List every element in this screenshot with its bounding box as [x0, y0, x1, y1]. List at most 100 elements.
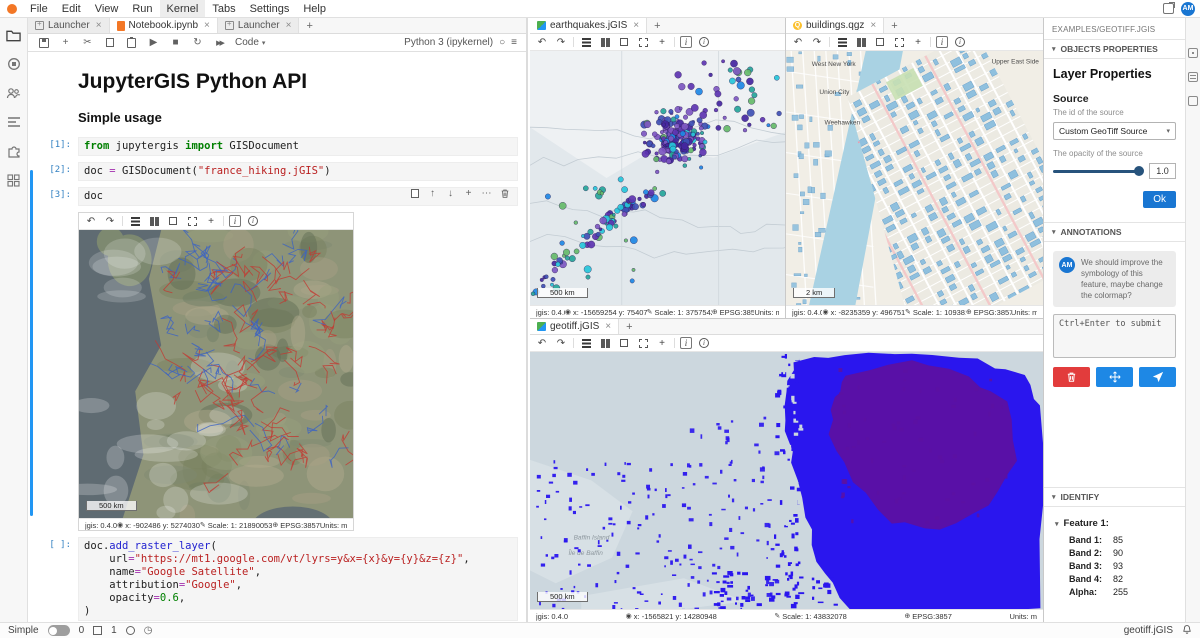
kernel-sessions-icon[interactable]: [126, 626, 135, 635]
property-inspector-icon[interactable]: [1188, 48, 1198, 58]
identify-icon[interactable]: i: [680, 36, 692, 48]
toolbar-menu-icon[interactable]: ≡: [511, 37, 517, 48]
extension-manager-icon[interactable]: [6, 143, 22, 159]
history-icon[interactable]: ◷: [144, 625, 153, 636]
zoom-extent-icon[interactable]: [636, 35, 650, 49]
tab-close-icon[interactable]: ×: [870, 21, 876, 31]
code-cell-1[interactable]: [1]: from jupytergis import GISDocument: [28, 137, 526, 156]
layers-icon[interactable]: [128, 214, 142, 228]
tab-launcher-2[interactable]: Launcher ×: [218, 18, 300, 33]
share-icon[interactable]: [1163, 3, 1174, 14]
new-tab-button[interactable]: +: [884, 18, 904, 33]
source-select[interactable]: Custom GeoTiff Source ▾: [1053, 122, 1176, 140]
cell-editor[interactable]: from jupytergis import GISDocument: [78, 137, 518, 156]
kernel-name[interactable]: Python 3 (ipykernel): [404, 37, 493, 48]
add-layer-icon[interactable]: +: [655, 35, 669, 49]
submit-annotation-button[interactable]: [1139, 367, 1176, 387]
tab-close-icon[interactable]: ×: [286, 21, 292, 31]
info-icon[interactable]: i: [697, 336, 711, 350]
annotation-input[interactable]: Ctrl+Enter to submit: [1053, 314, 1176, 358]
france-map-canvas[interactable]: 500 km: [79, 230, 353, 518]
basemap-icon[interactable]: [598, 35, 612, 49]
collaborators-icon[interactable]: [6, 85, 22, 101]
cell-editor[interactable]: doc.add_raster_layer( url="https://mt1.g…: [78, 537, 518, 621]
save-icon[interactable]: [37, 36, 50, 49]
tab-geotiff[interactable]: geotiff.jGIS ×: [530, 319, 619, 334]
ok-button[interactable]: Ok: [1143, 191, 1176, 208]
annotation-comment[interactable]: AM We should improve the symbology of th…: [1053, 251, 1176, 307]
select-square-icon[interactable]: [873, 35, 887, 49]
select-square-icon[interactable]: [617, 35, 631, 49]
undo-icon[interactable]: ↶: [84, 214, 98, 228]
tab-close-icon[interactable]: ×: [633, 21, 639, 31]
identify-icon[interactable]: i: [680, 337, 692, 349]
code-cell-4[interactable]: [ ]: doc.add_raster_layer( url="https://…: [28, 537, 526, 621]
menu-run[interactable]: Run: [125, 0, 159, 17]
running-sessions-icon[interactable]: [6, 56, 22, 72]
layers-icon[interactable]: [579, 35, 593, 49]
launcher-grid-icon[interactable]: [6, 172, 22, 188]
code-cell-2[interactable]: [2]: doc = GISDocument("france_hiking.jG…: [28, 162, 526, 181]
move-cell-up-icon[interactable]: ↑: [427, 188, 438, 199]
section-annotations[interactable]: ▾ Annotations: [1044, 222, 1185, 242]
debugger-icon[interactable]: [1188, 72, 1198, 82]
run-cell-icon[interactable]: ▶: [147, 36, 160, 49]
opacity-value-field[interactable]: 1.0: [1149, 163, 1176, 179]
more-actions-icon[interactable]: ⋯: [481, 188, 492, 199]
select-square-icon[interactable]: [166, 214, 180, 228]
earthquakes-map-canvas[interactable]: 500 km: [530, 51, 785, 305]
tab-buildings[interactable]: Q buildings.qgz ×: [786, 18, 884, 33]
layers-icon[interactable]: [835, 35, 849, 49]
menu-tabs[interactable]: Tabs: [205, 0, 242, 17]
menu-view[interactable]: View: [88, 0, 126, 17]
redo-icon[interactable]: ↷: [103, 214, 117, 228]
cell-editor[interactable]: doc = GISDocument("france_hiking.jGIS"): [78, 162, 518, 181]
redo-icon[interactable]: ↷: [554, 336, 568, 350]
file-browser-icon[interactable]: [6, 27, 22, 43]
basemap-icon[interactable]: [854, 35, 868, 49]
add-layer-icon[interactable]: +: [655, 336, 669, 350]
tab-close-icon[interactable]: ×: [96, 21, 102, 31]
run-all-icon[interactable]: ▶▶: [213, 36, 226, 49]
redo-icon[interactable]: ↷: [810, 35, 824, 49]
info-icon[interactable]: i: [953, 35, 967, 49]
add-cell-icon[interactable]: +: [59, 36, 72, 49]
menu-kernel[interactable]: Kernel: [160, 0, 206, 17]
menu-file[interactable]: File: [23, 0, 55, 17]
opacity-slider[interactable]: [1053, 170, 1143, 173]
duplicate-cell-icon[interactable]: [409, 188, 420, 199]
undo-icon[interactable]: ↶: [535, 336, 549, 350]
cut-cell-icon[interactable]: ✂: [81, 36, 94, 49]
tab-close-icon[interactable]: ×: [204, 21, 210, 31]
delete-annotation-button[interactable]: [1053, 367, 1090, 387]
basemap-icon[interactable]: [147, 214, 161, 228]
info-icon[interactable]: i: [246, 214, 260, 228]
simple-mode-toggle[interactable]: [48, 625, 70, 636]
menu-edit[interactable]: Edit: [55, 0, 88, 17]
redo-icon[interactable]: ↷: [554, 35, 568, 49]
layers-icon[interactable]: [579, 336, 593, 350]
add-layer-icon[interactable]: +: [911, 35, 925, 49]
tab-close-icon[interactable]: ×: [605, 322, 611, 332]
identify-icon[interactable]: i: [936, 36, 948, 48]
buildings-map-canvas[interactable]: 2 km West New YorkUnion CityWeehawkenUpp…: [786, 51, 1043, 305]
add-layer-icon[interactable]: +: [204, 214, 218, 228]
cell-type-select[interactable]: Code ▾: [235, 37, 265, 48]
geotiff-map-canvas[interactable]: 500 km Baffin IslandÎle de Baffin: [530, 352, 1043, 609]
notebook-content[interactable]: JupyterGIS Python API Simple usage [1]: …: [28, 52, 526, 622]
zoom-extent-icon[interactable]: [636, 336, 650, 350]
center-on-annotation-button[interactable]: [1096, 367, 1133, 387]
zoom-extent-icon[interactable]: [892, 35, 906, 49]
tab-notebook[interactable]: Notebook.ipynb ×: [110, 18, 218, 33]
user-avatar[interactable]: AM: [1181, 2, 1195, 16]
section-identify[interactable]: ▾ Identify: [1044, 487, 1185, 507]
select-square-icon[interactable]: [617, 336, 631, 350]
new-tab-button[interactable]: +: [619, 319, 639, 334]
move-cell-down-icon[interactable]: ↓: [445, 188, 456, 199]
slider-knob[interactable]: [1134, 166, 1144, 176]
table-of-contents-icon[interactable]: [6, 114, 22, 130]
undo-icon[interactable]: ↶: [791, 35, 805, 49]
section-objects-properties[interactable]: ▾ Objects Properties: [1044, 39, 1185, 59]
paste-cell-icon[interactable]: [125, 36, 138, 49]
identify-feature-header[interactable]: ▾ Feature 1:: [1053, 518, 1176, 529]
